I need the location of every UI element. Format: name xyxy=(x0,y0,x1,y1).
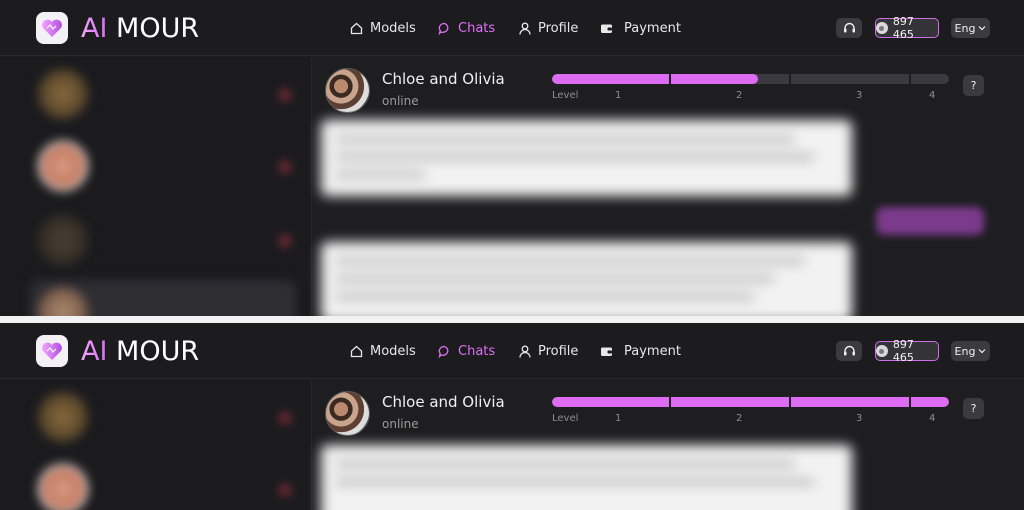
home-icon xyxy=(350,22,363,34)
level-tick: 2 xyxy=(736,413,743,424)
chat-list-sidebar xyxy=(0,57,312,316)
chat-header: Chloe and Olivia online Level 1 2 3 4 ? xyxy=(313,380,1024,446)
app-logo-heart-icon[interactable] xyxy=(36,335,68,367)
chevron-down-icon xyxy=(979,349,986,354)
user-icon xyxy=(519,345,531,358)
nav-profile[interactable]: Profile xyxy=(519,342,578,360)
chat-list-sidebar xyxy=(0,380,312,510)
header: AI MOUR Models Chats Profile Payment 897… xyxy=(0,0,1024,56)
headset-icon xyxy=(843,22,855,33)
balance-button[interactable]: 897 465 xyxy=(875,338,939,364)
level-progress-bar xyxy=(552,74,949,84)
chat-bubble-icon xyxy=(438,22,449,35)
chat-list-item[interactable] xyxy=(30,62,296,128)
level-label: Level xyxy=(552,413,579,424)
level-tick: 1 xyxy=(615,413,622,424)
chat-title: Chloe and Olivia xyxy=(382,393,505,411)
balance-button[interactable]: 897 465 xyxy=(875,15,939,41)
nav-payment[interactable]: Payment xyxy=(600,19,681,37)
chat-header: Chloe and Olivia online Level 1 2 3 4 ? xyxy=(313,57,1024,123)
chat-list-item[interactable] xyxy=(30,134,296,200)
language-select[interactable]: Eng xyxy=(951,341,990,361)
level-tick: 1 xyxy=(615,90,622,101)
support-button[interactable] xyxy=(836,341,862,361)
level-progress-fill xyxy=(552,74,759,84)
user-icon xyxy=(519,22,531,35)
home-icon xyxy=(350,345,363,357)
chat-bubble-icon xyxy=(438,345,449,358)
nav-payment[interactable]: Payment xyxy=(600,342,681,360)
app-logo-text[interactable]: AI MOUR xyxy=(81,13,199,44)
screenshot-frame-top: AI MOUR Models Chats Profile Payment 897… xyxy=(0,0,1024,316)
nav-chats[interactable]: Chats xyxy=(438,19,495,37)
app-logo-heart-icon[interactable] xyxy=(36,12,68,44)
wallet-icon xyxy=(601,24,612,33)
message-bubble xyxy=(321,242,852,316)
nav-profile[interactable]: Profile xyxy=(519,19,578,37)
level-tick: 4 xyxy=(929,413,936,424)
avatar[interactable] xyxy=(325,68,370,113)
level-progress-fill xyxy=(552,397,949,407)
level-progress-bar xyxy=(552,397,949,407)
chat-status: online xyxy=(382,94,419,108)
coin-icon xyxy=(876,22,888,34)
chat-list-item[interactable] xyxy=(30,208,296,274)
language-select[interactable]: Eng xyxy=(951,18,990,38)
support-button[interactable] xyxy=(836,18,862,38)
coin-icon xyxy=(876,345,888,357)
headset-icon xyxy=(843,345,855,356)
help-button[interactable]: ? xyxy=(963,398,984,419)
chat-status: online xyxy=(382,417,419,431)
level-tick: 3 xyxy=(856,413,863,424)
message-bubble xyxy=(321,445,852,510)
level-tick: 2 xyxy=(736,90,743,101)
avatar[interactable] xyxy=(325,391,370,436)
chat-list-item-selected[interactable] xyxy=(30,280,296,316)
screenshot-frame-bottom: AI MOUR Models Chats Profile Payment 897… xyxy=(0,323,1024,510)
user-message-bubble xyxy=(876,207,984,235)
header: AI MOUR Models Chats Profile Payment 897… xyxy=(0,323,1024,379)
level-tick: 3 xyxy=(856,90,863,101)
level-tick: 4 xyxy=(929,90,936,101)
nav-models[interactable]: Models xyxy=(350,342,416,360)
chat-list-item[interactable] xyxy=(30,385,296,451)
chevron-down-icon xyxy=(979,26,986,31)
chat-title: Chloe and Olivia xyxy=(382,70,505,88)
app-logo-text[interactable]: AI MOUR xyxy=(81,336,199,367)
wallet-icon xyxy=(601,347,612,356)
chat-list-item[interactable] xyxy=(30,457,296,510)
nav-models[interactable]: Models xyxy=(350,19,416,37)
help-button[interactable]: ? xyxy=(963,75,984,96)
message-bubble xyxy=(321,120,852,196)
frame-divider xyxy=(0,316,1024,323)
level-label: Level xyxy=(552,90,579,101)
nav-chats[interactable]: Chats xyxy=(438,342,495,360)
